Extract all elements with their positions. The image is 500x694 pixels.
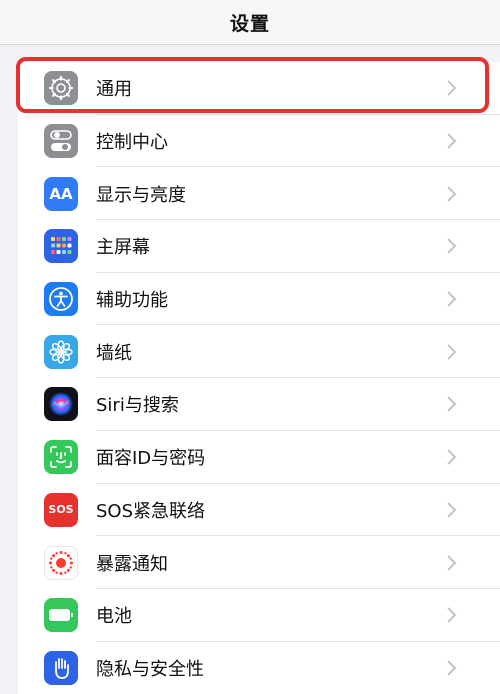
siri-icon — [44, 387, 78, 422]
settings-list: 通用 控制中心 AA 显示与亮度 主屏幕 辅助功能 墙纸 Siri与搜索 面容I… — [18, 62, 500, 694]
settings-item-siri-search[interactable]: Siri与搜索 — [18, 378, 500, 431]
gear-icon — [44, 71, 78, 106]
privacy-hand-icon — [44, 650, 78, 685]
chevron-right-icon — [447, 554, 457, 571]
chevron-right-icon — [447, 133, 457, 149]
chevron-right-icon — [447, 396, 457, 413]
settings-item-label: 控制中心 — [96, 132, 168, 154]
settings-item-label: 显示与亮度 — [96, 184, 186, 206]
settings-item-emergency-sos[interactable]: SOS SOS紧急联络 — [18, 484, 500, 537]
settings-item-label: 暴露通知 — [96, 553, 168, 575]
app-grid-icon — [44, 229, 78, 264]
chevron-right-icon — [447, 660, 457, 676]
chevron-right-icon — [447, 607, 457, 623]
toggles-icon — [44, 124, 78, 159]
face-id-icon — [44, 440, 78, 475]
settings-item-label: 通用 — [96, 79, 132, 101]
page-title: 设置 — [229, 12, 270, 35]
chevron-right-icon — [447, 291, 457, 307]
settings-item-label: SOS紧急联络 — [96, 500, 206, 522]
settings-item-wallpaper[interactable]: 墙纸 — [18, 325, 500, 379]
settings-item-display-brightness[interactable]: AA 显示与亮度 — [18, 167, 500, 221]
settings-item-label: 电池 — [96, 606, 132, 628]
sos-icon: SOS — [44, 492, 78, 527]
settings-item-home-screen[interactable]: 主屏幕 — [18, 220, 500, 273]
accessibility-icon — [44, 282, 78, 317]
nav-bar: 设置 — [0, 0, 500, 45]
settings-item-accessibility[interactable]: 辅助功能 — [18, 273, 500, 326]
settings-item-label: 辅助功能 — [96, 290, 168, 312]
settings-item-face-id-passcode[interactable]: 面容ID与密码 — [18, 431, 500, 484]
settings-item-label: Siri与搜索 — [96, 395, 179, 417]
settings-item-general[interactable]: 通用 — [18, 62, 500, 115]
chevron-right-icon — [447, 344, 457, 360]
chevron-right-icon — [447, 80, 457, 97]
chevron-right-icon — [447, 238, 457, 255]
chevron-right-icon — [447, 502, 457, 518]
settings-item-label: 隐私与安全性 — [96, 658, 204, 680]
settings-item-exposure-notifications[interactable]: 暴露通知 — [18, 536, 500, 589]
settings-item-label: 主屏幕 — [96, 237, 150, 259]
settings-item-label: 墙纸 — [96, 342, 132, 364]
chevron-right-icon — [447, 449, 457, 465]
settings-item-battery[interactable]: 电池 — [18, 589, 500, 642]
settings-item-privacy-security[interactable]: 隐私与安全性 — [18, 642, 500, 694]
settings-item-control-center[interactable]: 控制中心 — [18, 115, 500, 168]
flower-icon — [44, 334, 78, 369]
aa-text-icon: AA — [44, 176, 78, 211]
exposure-icon — [44, 545, 78, 580]
chevron-right-icon — [447, 186, 457, 202]
battery-icon — [44, 598, 78, 633]
settings-item-label: 面容ID与密码 — [96, 448, 206, 470]
